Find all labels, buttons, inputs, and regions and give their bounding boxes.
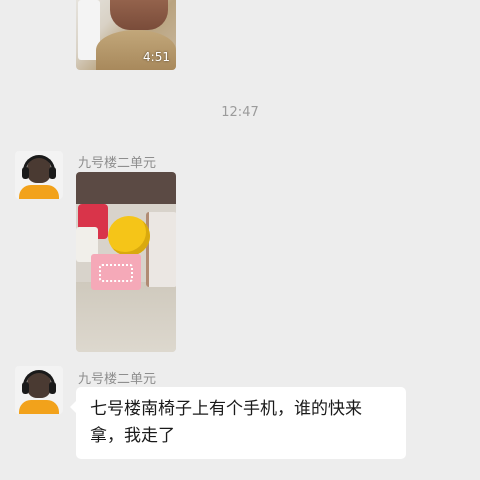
video-frame-person: [110, 0, 168, 30]
avatar[interactable]: [15, 151, 63, 199]
sender-name: 九号楼二单元: [78, 372, 157, 387]
chat-window: 4:51 12:47 九号楼二单元 九号楼二单元 七号楼南椅子上有个手机，谁的快…: [0, 0, 480, 480]
avatar[interactable]: [15, 366, 63, 414]
chat-timestamp: 12:47: [221, 105, 259, 120]
video-message-thumbnail[interactable]: 4:51: [76, 0, 176, 70]
sender-name: 九号楼二单元: [78, 156, 157, 171]
video-duration: 4:51: [143, 50, 170, 64]
photo-message[interactable]: [76, 172, 176, 352]
text-message-bubble[interactable]: 七号楼南椅子上有个手机，谁的快来拿，我走了: [70, 387, 406, 459]
